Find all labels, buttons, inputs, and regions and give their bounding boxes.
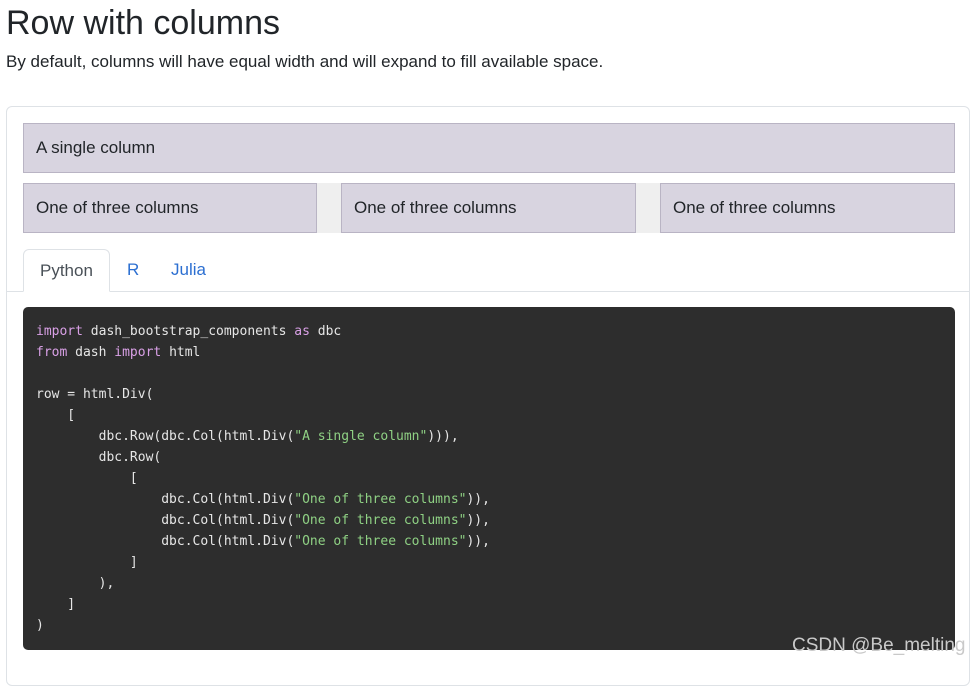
code-token: ]: [36, 597, 76, 612]
code-line: ]: [36, 555, 138, 570]
tab-label: R: [127, 260, 140, 279]
tab-label: Julia: [171, 260, 206, 279]
code-token: ))),: [427, 429, 459, 444]
code-token: [: [36, 408, 76, 423]
code-line: from dash import html: [36, 345, 200, 360]
code-line: dbc.Col(html.Div("One of three columns")…: [36, 513, 490, 528]
tab-r[interactable]: R: [111, 249, 155, 291]
code-keyword: from: [36, 345, 68, 360]
tab-julia[interactable]: Julia: [155, 249, 222, 291]
code-keyword: import: [36, 324, 83, 339]
code-token: ]: [36, 555, 138, 570]
three-column-box-3: One of three columns: [660, 183, 955, 233]
single-column-box: A single column: [23, 123, 955, 173]
code-string: "One of three columns": [294, 513, 467, 528]
code-line: [: [36, 471, 138, 486]
code-token: dbc.Row(: [36, 450, 162, 465]
code-line: [: [36, 408, 75, 423]
code-token: dbc: [309, 324, 342, 339]
code-token: [: [36, 471, 138, 486]
page-title: Row with columns: [6, 4, 280, 42]
column-gutter: [317, 183, 341, 233]
single-column-label: A single column: [36, 138, 156, 157]
code-line: ),: [36, 576, 115, 591]
code-token: ): [36, 618, 44, 633]
code-line: dbc.Col(html.Div("One of three columns")…: [36, 492, 490, 507]
three-column-label: One of three columns: [36, 198, 199, 217]
code-token: ),: [36, 576, 115, 591]
three-column-label: One of three columns: [673, 198, 836, 217]
three-column-box-2: One of three columns: [341, 183, 636, 233]
tab-label: Python: [40, 261, 93, 280]
code-token: )),: [466, 513, 490, 528]
code-keyword: as: [294, 324, 310, 339]
code-line: dbc.Row(: [36, 450, 162, 465]
code-line: dbc.Col(html.Div("One of three columns")…: [36, 534, 490, 549]
code-text: import dash_bootstrap_components as dbc …: [36, 321, 942, 636]
code-token: )),: [466, 534, 490, 549]
three-column-box-1: One of three columns: [23, 183, 317, 233]
code-token: dash_bootstrap_components: [82, 324, 295, 339]
code-string: "One of three columns": [294, 492, 467, 507]
column-gutter: [636, 183, 660, 233]
page-subtitle: By default, columns will have equal widt…: [6, 52, 604, 71]
code-token: dbc.Col(html.Div(: [36, 513, 295, 528]
code-string: "One of three columns": [294, 534, 467, 549]
code-keyword: import: [114, 345, 162, 360]
code-token: )),: [466, 492, 490, 507]
code-line: import dash_bootstrap_components as dbc: [36, 324, 341, 339]
code-string: "A single column": [294, 429, 428, 444]
code-line: ): [36, 618, 44, 633]
code-token: row = html.Div(: [36, 387, 154, 402]
language-tabs: Python R Julia: [7, 249, 969, 292]
code-line: ]: [36, 597, 75, 612]
code-token: dbc.Row(dbc.Col(html.Div(: [36, 429, 295, 444]
code-line: dbc.Row(dbc.Col(html.Div("A single colum…: [36, 429, 459, 444]
three-column-label: One of three columns: [354, 198, 517, 217]
code-line: row = html.Div(: [36, 387, 153, 402]
code-token: dbc.Col(html.Div(: [36, 492, 295, 507]
code-token: dbc.Col(html.Div(: [36, 534, 295, 549]
tab-python[interactable]: Python: [23, 249, 110, 292]
code-block[interactable]: import dash_bootstrap_components as dbc …: [23, 307, 955, 650]
code-token: dash: [67, 345, 115, 360]
code-token: html: [161, 345, 201, 360]
watermark: CSDN @Be_melting: [792, 635, 966, 656]
